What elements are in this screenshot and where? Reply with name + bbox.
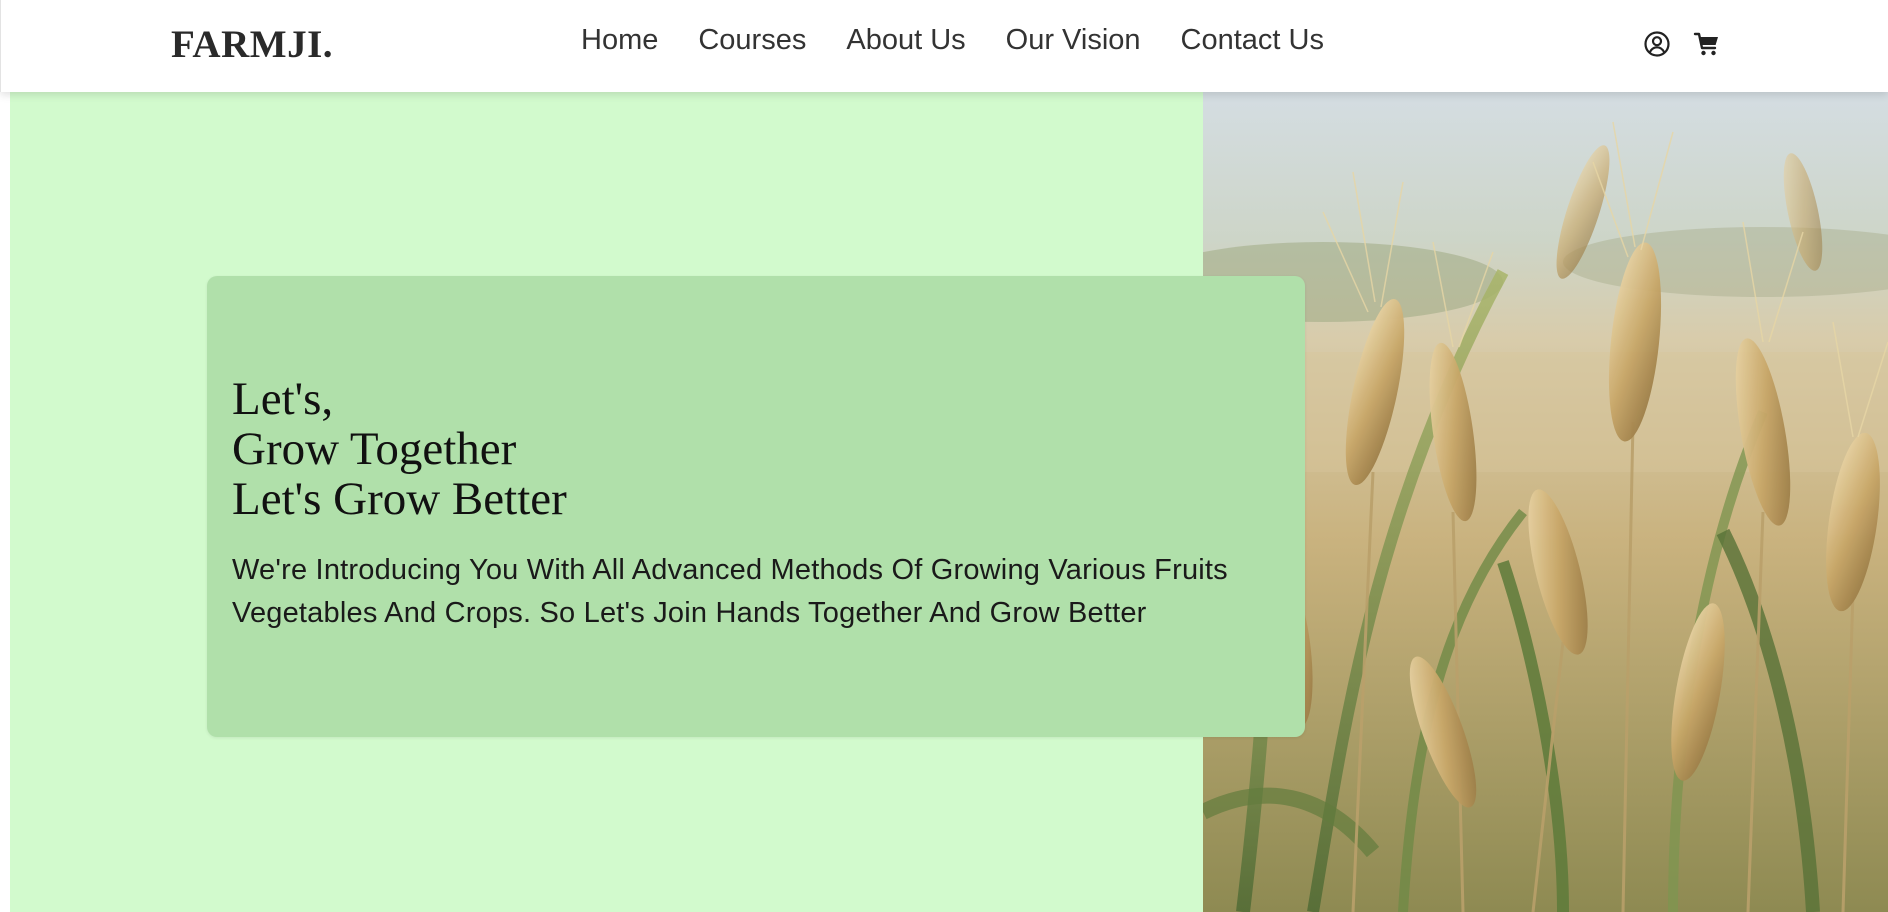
navbar: FARMJI. Home Courses About Us Our Vision…	[0, 0, 1888, 92]
hero-section: Let's, Grow Together Let's Grow Better W…	[0, 92, 1888, 912]
hero-card: Let's, Grow Together Let's Grow Better W…	[207, 276, 1305, 737]
nav-link-home[interactable]: Home	[581, 24, 658, 57]
nav-link-courses[interactable]: Courses	[698, 24, 806, 57]
hero-left-edge	[0, 92, 10, 912]
nav-link-contact-us[interactable]: Contact Us	[1181, 24, 1324, 57]
brand-logo[interactable]: FARMJI.	[171, 22, 333, 67]
hero-title-line: Let's Grow Better	[232, 473, 567, 525]
nav-link-about-us[interactable]: About Us	[846, 24, 965, 57]
nav-icons	[1643, 30, 1721, 58]
hero-title-line: Grow Together	[232, 423, 517, 475]
page: FARMJI. Home Courses About Us Our Vision…	[0, 0, 1888, 912]
wheat-field-photo	[1203, 92, 1888, 912]
cart-icon[interactable]	[1693, 30, 1721, 58]
hero-description: We're Introducing You With All Advanced …	[232, 554, 1228, 629]
hero-title: Let's, Grow Together Let's Grow Better	[232, 374, 567, 524]
nav-links: Home Courses About Us Our Vision Contact…	[581, 24, 1324, 57]
nav-link-our-vision[interactable]: Our Vision	[1006, 24, 1141, 57]
hero-title-line: Let's,	[232, 373, 334, 425]
user-circle-icon[interactable]	[1643, 30, 1671, 58]
